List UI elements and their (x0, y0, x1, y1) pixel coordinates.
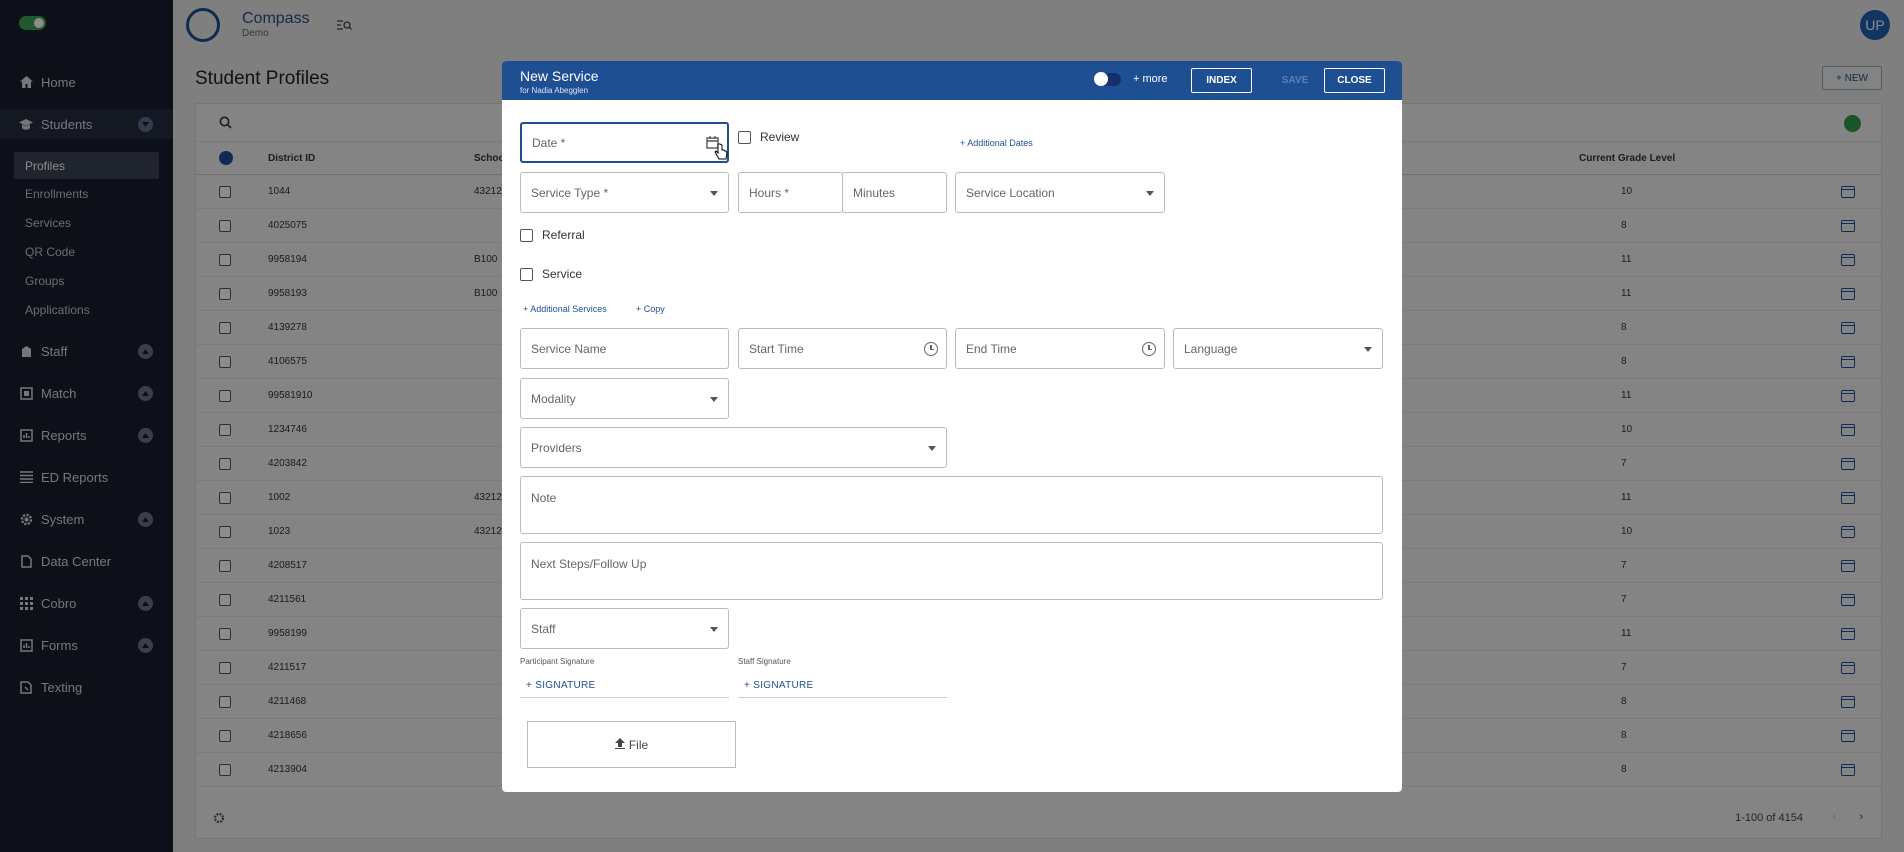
modal-title: New Service (520, 68, 599, 84)
date-field[interactable]: Date * (520, 122, 729, 163)
modality-select[interactable]: Modality (520, 378, 729, 419)
start-time-field[interactable]: Start Time (738, 328, 947, 369)
note-field[interactable]: Note (520, 476, 1383, 534)
close-button[interactable]: CLOSE (1324, 68, 1385, 93)
staff-signature-label: Staff Signature (738, 657, 791, 666)
minutes-field[interactable]: Minutes (842, 172, 947, 213)
additional-services-link[interactable]: + Additional Services (523, 304, 607, 314)
participant-signature-label: Participant Signature (520, 657, 595, 666)
mouse-cursor (714, 143, 728, 165)
new-service-modal: New Service for Nadia Abegglen + more IN… (502, 61, 1402, 792)
providers-select[interactable]: Providers (520, 427, 947, 468)
staff-signature-button[interactable]: + SIGNATURE (738, 673, 947, 698)
clock-icon[interactable] (1142, 341, 1156, 356)
additional-dates-link[interactable]: + Additional Dates (960, 138, 1033, 148)
modal-subtitle: for Nadia Abegglen (520, 86, 589, 95)
caret-down-icon (1146, 190, 1154, 196)
caret-down-icon (928, 445, 936, 451)
staff-select[interactable]: Staff (520, 608, 729, 649)
end-time-field[interactable]: End Time (955, 328, 1165, 369)
caret-down-icon (710, 626, 718, 632)
next-steps-field[interactable]: Next Steps/Follow Up (520, 542, 1383, 600)
more-toggle[interactable] (1094, 72, 1121, 86)
service-checkbox[interactable]: Service (520, 267, 582, 281)
caret-down-icon (1364, 346, 1372, 352)
clock-icon[interactable] (924, 341, 938, 356)
caret-down-icon (710, 396, 718, 402)
file-upload-button[interactable]: File (527, 721, 736, 768)
index-button[interactable]: INDEX (1191, 68, 1252, 93)
review-checkbox[interactable]: Review (738, 130, 799, 144)
upload-icon (614, 737, 625, 752)
modal-header: New Service for Nadia Abegglen + more IN… (502, 61, 1402, 100)
caret-down-icon (710, 190, 718, 196)
copy-link[interactable]: + Copy (636, 304, 665, 314)
service-type-select[interactable]: Service Type * (520, 172, 729, 213)
service-location-select[interactable]: Service Location (955, 172, 1165, 213)
referral-checkbox[interactable]: Referral (520, 228, 585, 242)
hours-field[interactable]: Hours * (738, 172, 843, 213)
service-name-field[interactable]: Service Name (520, 328, 729, 369)
save-button[interactable]: SAVE (1269, 68, 1321, 93)
language-select[interactable]: Language (1173, 328, 1383, 369)
more-label: + more (1133, 73, 1168, 85)
participant-signature-button[interactable]: + SIGNATURE (520, 673, 729, 698)
